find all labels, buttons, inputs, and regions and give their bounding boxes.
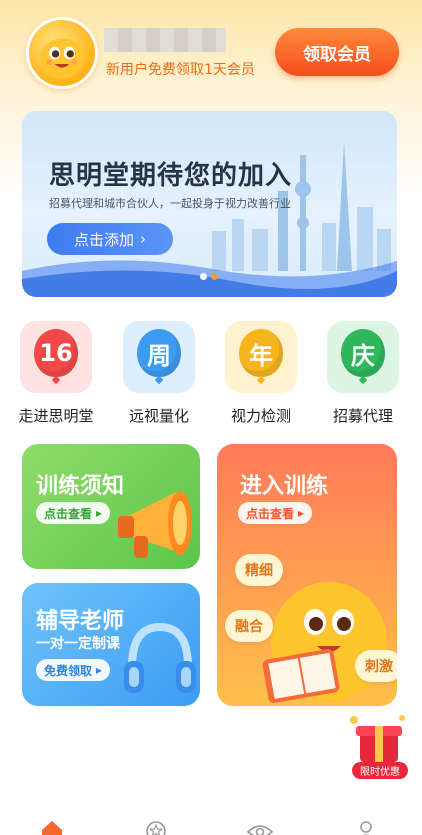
mascot-avatar-icon — [40, 38, 84, 79]
quick-menu: 16 走进思明堂 周 远视量化 年 视力检测 庆 招募代理 — [0, 321, 422, 431]
profile-header: 新用户免费领取1天会员 领取会员 — [0, 0, 422, 100]
tag-fusion: 融合 — [225, 610, 273, 642]
menu-item-about[interactable]: 16 走进思明堂 — [4, 321, 108, 426]
balloon-qing-icon: 庆 — [327, 321, 399, 393]
carousel-dots — [200, 273, 218, 280]
tab-star[interactable] — [142, 818, 170, 835]
carousel-dot-active[interactable] — [211, 273, 218, 280]
eye-icon — [246, 825, 274, 835]
menu-label: 招募代理 — [332, 407, 393, 425]
limited-offer-label: 限时优惠 — [352, 762, 408, 779]
star-icon — [146, 821, 166, 835]
menu-item-hyperopia[interactable]: 周 远视量化 — [107, 321, 211, 426]
banner-add-button[interactable]: 点击添加 › — [47, 223, 173, 255]
carousel-dot[interactable] — [200, 273, 207, 280]
tutor-subtitle: 一对一定制课 — [36, 636, 120, 652]
tab-home[interactable] — [38, 818, 66, 835]
limited-offer-float[interactable]: 限时优惠 — [344, 710, 412, 780]
tab-profile[interactable] — [352, 818, 380, 835]
banner-add-label: 点击添加 — [73, 230, 134, 249]
tag-fine: 精细 — [235, 554, 283, 586]
chevron-right-icon: › — [140, 230, 146, 248]
training-notice-view-button[interactable]: 点击查看 ▸ — [36, 502, 111, 524]
enter-training-title: 进入训练 — [240, 474, 329, 499]
bottom-tab-bar — [0, 812, 422, 835]
recruit-banner[interactable]: 思明堂期待您的加入 招募代理和城市合伙人，一起投身于视力改善行业 点击添加 › — [22, 111, 397, 297]
enter-training-card[interactable]: 进入训练 点击查看 ▸ 精细 融合 刺激 — [217, 444, 397, 706]
menu-label: 走进思明堂 — [18, 407, 94, 425]
training-notice-card[interactable]: 训练须知 点击查看 ▸ — [22, 444, 200, 569]
balloon-zhou-icon: 周 — [123, 321, 195, 393]
menu-label: 视力检测 — [230, 407, 291, 425]
balloon-nian-icon: 年 — [225, 321, 297, 393]
tab-eye[interactable] — [246, 818, 274, 835]
training-notice-title: 训练须知 — [36, 474, 125, 499]
user-avatar[interactable] — [26, 17, 98, 89]
claim-vip-button[interactable]: 领取会员 — [275, 28, 399, 76]
menu-label: 远视量化 — [128, 407, 189, 425]
tutor-title: 辅导老师 — [36, 609, 125, 634]
play-triangle-icon: ▸ — [96, 506, 103, 520]
enter-training-view-button[interactable]: 点击查看 ▸ — [238, 502, 313, 524]
new-user-promo-text: 新用户免费领取1天会员 — [106, 62, 255, 78]
gift-box-icon — [350, 715, 405, 762]
home-icon — [42, 821, 62, 835]
person-icon — [360, 821, 372, 835]
menu-item-vision-test[interactable]: 年 视力检测 — [209, 321, 313, 426]
play-triangle-icon: ▸ — [96, 663, 103, 677]
username-masked — [104, 28, 226, 52]
menu-item-recruit[interactable]: 庆 招募代理 — [311, 321, 415, 426]
banner-subtitle: 招募代理和城市合伙人，一起投身于视力改善行业 — [49, 197, 291, 210]
megaphone-icon — [118, 491, 192, 558]
balloon-16-icon: 16 — [20, 321, 92, 393]
banner-title: 思明堂期待您的加入 — [49, 161, 293, 191]
tutor-free-button[interactable]: 免费领取 ▸ — [36, 659, 111, 681]
play-triangle-icon: ▸ — [298, 506, 305, 520]
tag-stimulus: 刺激 — [355, 650, 397, 682]
headphones-icon — [124, 622, 196, 693]
tutor-card[interactable]: 辅导老师 一对一定制课 免费领取 ▸ — [22, 583, 200, 706]
